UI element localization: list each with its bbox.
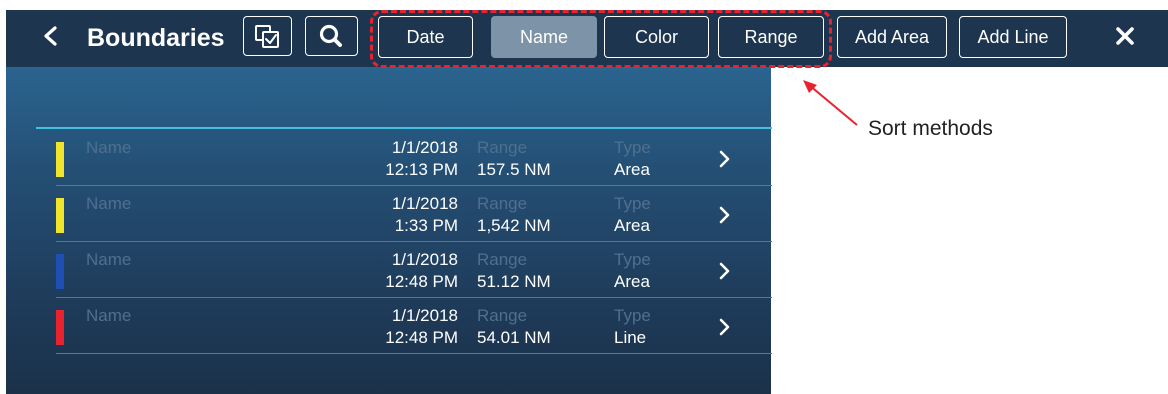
name-label: Name — [86, 306, 132, 325]
name-label: Name — [86, 194, 132, 213]
row-time: 12:13 PM — [385, 160, 458, 179]
row-time: 1:33 PM — [394, 216, 458, 235]
boundary-row[interactable]: Name 1/1/2018 12:48 PM Range 54.01 NM Ty… — [36, 298, 772, 353]
row-range: 1,542 NM — [477, 216, 551, 235]
color-swatch — [56, 142, 64, 177]
back-button[interactable] — [36, 16, 66, 56]
row-time: 12:48 PM — [385, 328, 458, 347]
type-label: Type — [614, 306, 651, 325]
row-type: Area — [614, 272, 650, 291]
range-label: Range — [477, 250, 528, 269]
sort-date-button[interactable]: Date — [378, 16, 473, 58]
name-label: Name — [86, 250, 132, 269]
sort-color-button[interactable]: Color — [604, 16, 709, 58]
row-range: 54.01 NM — [477, 328, 551, 347]
boundary-row[interactable]: Name 1/1/2018 1:33 PM Range 1,542 NM Typ… — [36, 186, 772, 241]
chevron-left-icon — [44, 26, 57, 46]
multi-select-icon — [255, 25, 279, 48]
range-label: Range — [477, 306, 528, 325]
row-divider — [56, 353, 772, 354]
type-label: Type — [614, 250, 651, 269]
sort-name-button[interactable]: Name — [491, 16, 597, 58]
annotation-label: Sort methods — [868, 117, 993, 140]
search-icon — [319, 24, 342, 47]
page-title: Boundaries — [87, 24, 225, 52]
chevron-right-icon — [719, 262, 730, 280]
row-type: Line — [614, 328, 647, 347]
color-swatch — [56, 310, 64, 345]
row-time: 12:48 PM — [385, 272, 458, 291]
chevron-right-icon — [719, 206, 730, 224]
add-area-button[interactable]: Add Area — [837, 16, 947, 58]
search-button[interactable] — [305, 16, 358, 56]
row-date: 1/1/2018 — [391, 250, 458, 269]
add-line-button[interactable]: Add Line — [959, 16, 1067, 58]
row-range: 157.5 NM — [477, 160, 551, 179]
row-date: 1/1/2018 — [391, 194, 458, 213]
boundary-row[interactable]: Name 1/1/2018 12:13 PM Range 157.5 NM Ty… — [36, 130, 772, 185]
color-swatch — [56, 198, 64, 233]
boundary-row[interactable]: Name 1/1/2018 12:48 PM Range 51.12 NM Ty… — [36, 242, 772, 297]
name-label: Name — [86, 138, 132, 157]
annotation-arrow — [803, 80, 858, 126]
type-label: Type — [614, 138, 651, 157]
multi-select-button[interactable] — [243, 16, 292, 56]
color-swatch — [56, 254, 64, 289]
row-date: 1/1/2018 — [391, 138, 458, 157]
close-icon — [1116, 27, 1134, 45]
row-type: Area — [614, 216, 650, 235]
range-label: Range — [477, 194, 528, 213]
list-top-divider — [36, 127, 772, 129]
close-button[interactable] — [1105, 16, 1145, 56]
chevron-right-icon — [719, 318, 730, 336]
sort-range-button[interactable]: Range — [718, 16, 824, 58]
chevron-right-icon — [719, 150, 730, 168]
type-label: Type — [614, 194, 651, 213]
row-type: Area — [614, 160, 650, 179]
row-range: 51.12 NM — [477, 272, 551, 291]
range-label: Range — [477, 138, 528, 157]
row-date: 1/1/2018 — [391, 306, 458, 325]
